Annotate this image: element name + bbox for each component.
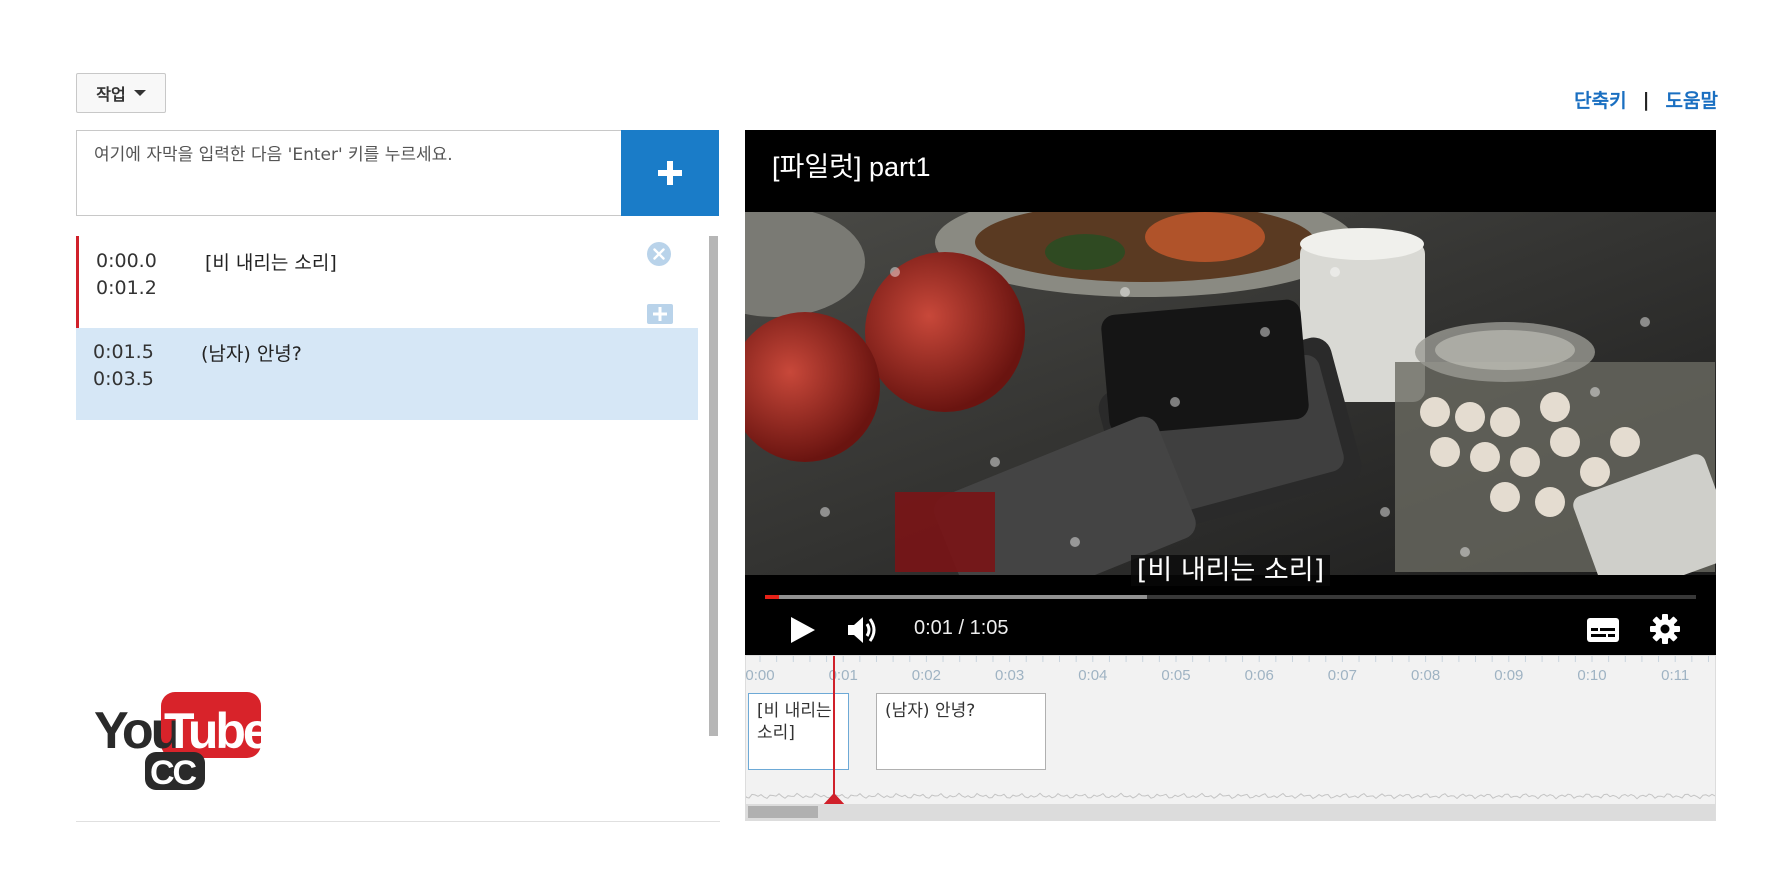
progress-played	[765, 595, 779, 599]
time-display: 0:01 / 1:05	[914, 617, 1009, 640]
timeline-tick-label: 0:08	[1410, 667, 1441, 684]
video-title[interactable]: [파일럿] part1	[772, 145, 931, 184]
timeline-tick-label: 0:11	[1661, 667, 1690, 684]
timeline-tick-label: 0:09	[1494, 667, 1524, 684]
logo-cc-text: CC	[150, 754, 197, 792]
captions-icon[interactable]	[1586, 615, 1620, 645]
actions-label: 작업	[96, 85, 126, 104]
timeline[interactable]: 0:00 0:01 0:02 0:03 0:04 0:05 0:06 0:07 0:08 0:09…	[745, 655, 1716, 821]
volume-icon[interactable]	[845, 612, 881, 648]
add-caption-button[interactable]	[621, 130, 719, 216]
caption-end-time[interactable]: 0:01.2	[96, 275, 157, 302]
timeline-tick-label: 0:07	[1327, 667, 1357, 684]
caption-text[interactable]: [비 내리는 소리]	[205, 248, 337, 275]
timeline-tick-label: 0:05	[1161, 667, 1191, 684]
timeline-tick-label: 0:06	[1244, 667, 1274, 684]
divider	[76, 821, 720, 822]
list-scrollbar[interactable]	[709, 236, 718, 736]
video-frame[interactable]	[745, 212, 1716, 575]
actions-dropdown[interactable]: 작업	[76, 73, 166, 113]
caption-item[interactable]: 0:01.5 0:03.5 (남자) 안녕?	[76, 328, 698, 420]
timeline-tick-label: 0:04	[1078, 667, 1108, 684]
timeline-tick-label: 0:00	[745, 667, 775, 684]
timeline-scrollbar[interactable]	[746, 804, 1715, 820]
progress-bar[interactable]	[765, 595, 1696, 599]
close-icon	[653, 248, 665, 260]
timeline-tick-label: 0:10	[1577, 667, 1607, 684]
logo-tube-text: Tube	[164, 703, 264, 759]
delete-caption-button[interactable]	[647, 242, 671, 266]
current-time: 0:01	[914, 617, 953, 639]
plus-icon	[653, 307, 667, 321]
shortcuts-link[interactable]: 단축키	[1574, 86, 1626, 113]
insert-caption-button[interactable]	[647, 304, 673, 324]
youtube-cc-logo: You Tube CC	[94, 692, 264, 792]
subtitle-overlay: [비 내리는 소리]	[745, 548, 1716, 587]
progress-loaded	[765, 595, 1147, 599]
playhead[interactable]	[833, 656, 835, 806]
list-scroll-thumb[interactable]	[709, 236, 718, 736]
caption-start-time[interactable]: 0:00.0	[96, 248, 157, 275]
duration: 1:05	[969, 617, 1009, 639]
timeline-tick-label: 0:02	[911, 667, 941, 684]
time-separator: /	[958, 617, 965, 639]
timeline-ruler-marks	[759, 656, 1709, 662]
timeline-tick-label: 0:03	[994, 667, 1025, 684]
caption-end-time[interactable]: 0:03.5	[93, 366, 154, 393]
gear-icon[interactable]	[1648, 612, 1682, 646]
caption-text[interactable]: (남자) 안녕?	[201, 339, 302, 366]
play-icon[interactable]	[785, 613, 819, 647]
caption-input[interactable]	[76, 130, 622, 216]
help-link[interactable]: 도움말	[1666, 86, 1718, 113]
timeline-caption-block[interactable]: (남자) 안녕?	[876, 693, 1046, 770]
caption-list: 0:00.0 0:01.2 [비 내리는 소리] 0:01.5 0:03.5 (…	[76, 236, 720, 736]
caret-down-icon	[133, 90, 146, 96]
video-player[interactable]: [파일럿] part1 [비 내리는 소리] 0:01 / 1:05	[745, 130, 1716, 655]
plus-icon	[658, 161, 682, 185]
header-links: 단축키 | 도움말	[1574, 86, 1718, 113]
timeline-scroll-thumb[interactable]	[748, 806, 818, 818]
caption-item[interactable]: 0:00.0 0:01.2 [비 내리는 소리]	[76, 236, 698, 328]
caption-start-time[interactable]: 0:01.5	[93, 339, 154, 366]
audio-waveform	[746, 792, 1715, 800]
subtitle-text: [비 내리는 소리]	[1130, 555, 1331, 586]
link-separator: |	[1642, 88, 1650, 111]
